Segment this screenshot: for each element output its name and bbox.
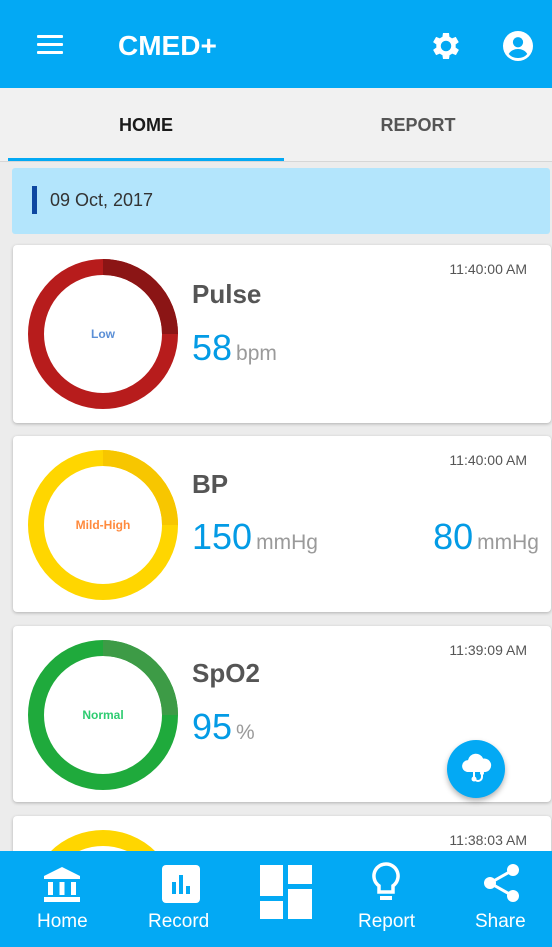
share-icon bbox=[484, 864, 519, 902]
bar-chart-icon bbox=[162, 865, 200, 903]
menu-icon[interactable] bbox=[34, 30, 68, 60]
pulse-unit: bpm bbox=[236, 342, 277, 365]
bp-systolic-value: 150 mmHg bbox=[192, 516, 318, 558]
active-tab-indicator bbox=[8, 158, 284, 161]
pulse-time: 11:40:00 AM bbox=[449, 261, 527, 277]
bp-systolic-number: 150 bbox=[192, 516, 253, 557]
pulse-card[interactable]: Low 11:40:00 AM Pulse 58 bpm bbox=[13, 245, 551, 423]
pulse-status-label: Low bbox=[91, 327, 115, 341]
spo2-value: 95% bbox=[192, 706, 255, 748]
bp-diastolic-value: 80 mmHg bbox=[433, 516, 539, 558]
bp-title: BP bbox=[192, 469, 229, 499]
spo2-unit: % bbox=[236, 721, 255, 744]
bp-diastolic-number: 80 bbox=[433, 516, 474, 557]
nav-record-label: Record bbox=[148, 911, 210, 932]
date-marker bbox=[32, 186, 37, 214]
bp-card[interactable]: Mild-High 11:40:00 AM BP 150 mmHg 80 mmHg bbox=[13, 436, 551, 612]
spo2-time: 11:39:09 AM bbox=[449, 642, 527, 658]
cloud-stethoscope-icon bbox=[462, 753, 492, 782]
pulse-title: Pulse bbox=[192, 279, 262, 309]
tab-home[interactable]: HOME bbox=[8, 88, 284, 162]
nav-home-label: Home bbox=[37, 911, 88, 932]
bp-time: 11:40:00 AM bbox=[449, 452, 527, 468]
bottom-nav: Home Record Report Share bbox=[0, 851, 552, 947]
nav-record[interactable]: Record bbox=[138, 851, 228, 947]
date-header: 09 Oct, 2017 bbox=[12, 168, 550, 234]
nav-share[interactable]: Share bbox=[468, 851, 548, 947]
nav-report-label: Report bbox=[358, 911, 416, 932]
bp-status-label: Mild-High bbox=[75, 518, 131, 532]
spo2-status-label: Normal bbox=[82, 708, 124, 722]
nav-report[interactable]: Report bbox=[352, 851, 432, 947]
account-icon[interactable] bbox=[500, 28, 536, 64]
lightbulb-icon bbox=[372, 862, 400, 900]
pulse-value-number: 58 bbox=[192, 327, 233, 368]
nav-home[interactable]: Home bbox=[24, 851, 108, 947]
pulse-value: 58 bpm bbox=[192, 327, 277, 369]
tab-report[interactable]: REPORT bbox=[284, 88, 552, 162]
bp-diastolic-unit: mmHg bbox=[477, 531, 539, 554]
nav-share-label: Share bbox=[475, 911, 526, 932]
bp-systolic-unit: mmHg bbox=[256, 531, 318, 554]
nav-dashboard[interactable] bbox=[250, 851, 320, 947]
spo2-title: SpO2 bbox=[192, 658, 260, 688]
dashboard-icon bbox=[260, 865, 312, 919]
app-bar: CMED+ bbox=[0, 0, 552, 88]
cloud-sync-fab[interactable] bbox=[447, 740, 505, 798]
partial-card-time: 11:38:03 AM bbox=[449, 832, 527, 848]
gear-icon[interactable] bbox=[428, 28, 464, 64]
app-title: CMED+ bbox=[118, 30, 217, 61]
tab-bar: HOME REPORT bbox=[0, 88, 552, 162]
bank-icon bbox=[44, 867, 80, 902]
date-text: 09 Oct, 2017 bbox=[50, 190, 154, 210]
spo2-value-number: 95 bbox=[192, 706, 233, 747]
